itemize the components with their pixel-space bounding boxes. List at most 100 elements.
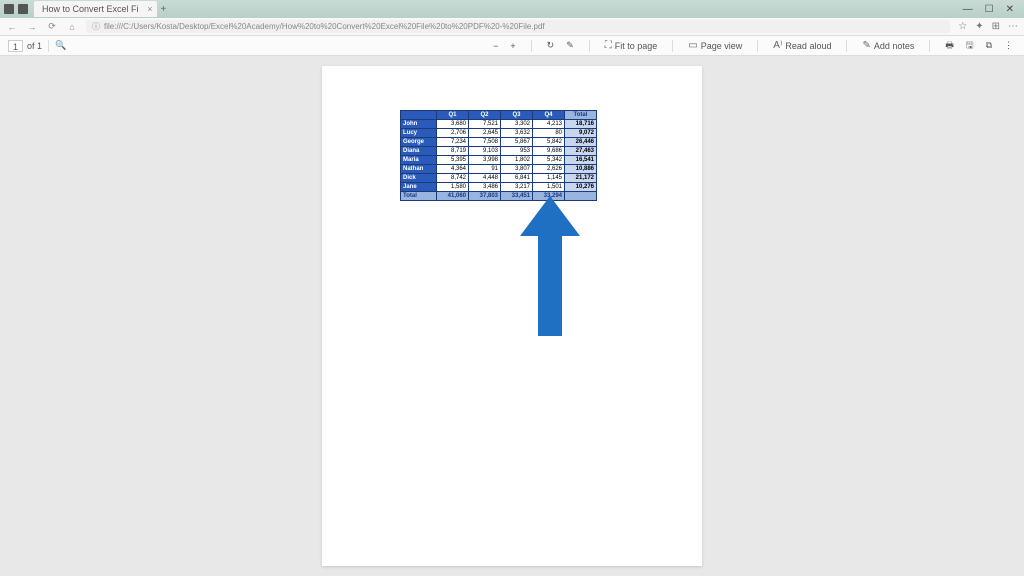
draw-button[interactable]: ✎ — [563, 40, 577, 51]
toolbar-right: − + ↻ ✎ ⛶Fit to page ▭Page view A⁾Read a… — [490, 38, 1016, 54]
table-header-row: Q1 Q2 Q3 Q4 Total — [401, 111, 597, 120]
table-row: Maria5,3953,9981,8025,34216,541 — [401, 156, 597, 165]
row-name: Jane — [401, 183, 437, 192]
row-total: 21,172 — [565, 174, 597, 183]
row-q3: 1,802 — [501, 156, 533, 165]
table-row: Lucy2,7062,6453,632809,072 — [401, 129, 597, 138]
total-q2: 37,803 — [469, 192, 501, 201]
pencil-icon: ✎ — [862, 40, 870, 51]
print-button[interactable]: 🖶 — [942, 38, 957, 54]
row-q4: 1,501 — [533, 183, 565, 192]
header-q2: Q2 — [469, 111, 501, 120]
minimize-button[interactable]: — — [963, 4, 973, 15]
header-total: Total — [565, 111, 597, 120]
row-name: Nathan — [401, 165, 437, 174]
row-q2: 7,508 — [469, 138, 501, 147]
search-icon[interactable]: 🔍 — [55, 40, 66, 51]
back-button[interactable]: ← — [6, 22, 18, 32]
row-q3: 953 — [501, 147, 533, 156]
more-options-button[interactable]: ⋮ — [1001, 40, 1016, 51]
settings-menu-icon[interactable]: ⋯ — [1008, 21, 1018, 32]
window-titlebar: How to Convert Excel Fi × + — ☐ ✕ — [0, 0, 1024, 18]
table-row: Nathan4,364913,8072,62610,886 — [401, 165, 597, 174]
row-q1: 1,580 — [437, 183, 469, 192]
zoom-in-button[interactable]: + — [507, 41, 518, 51]
row-name: George — [401, 138, 437, 147]
row-total: 10,276 — [565, 183, 597, 192]
row-q3: 5,867 — [501, 138, 533, 147]
page-number-input[interactable]: 1 — [8, 40, 23, 52]
row-q2: 4,448 — [469, 174, 501, 183]
row-q1: 8,742 — [437, 174, 469, 183]
row-q2: 3,998 — [469, 156, 501, 165]
zoom-out-button[interactable]: − — [490, 41, 501, 51]
favorite-star-icon[interactable]: ☆ — [958, 21, 967, 32]
row-q1: 5,395 — [437, 156, 469, 165]
toolbar-divider — [757, 40, 758, 52]
row-q3: 3,217 — [501, 183, 533, 192]
pdf-viewer[interactable]: Q1 Q2 Q3 Q4 Total John3,6807,5213,3024,2… — [0, 56, 1024, 576]
row-q3: 3,632 — [501, 129, 533, 138]
new-tab-button[interactable]: + — [161, 4, 167, 15]
rotate-button[interactable]: ↻ — [544, 40, 558, 51]
header-q1: Q1 — [437, 111, 469, 120]
table-row: Diana8,7199,1039539,68627,463 — [401, 147, 597, 156]
read-aloud-button[interactable]: A⁾Read aloud — [770, 40, 834, 51]
row-total: 10,886 — [565, 165, 597, 174]
row-name: Lucy — [401, 129, 437, 138]
row-name: Dick — [401, 174, 437, 183]
row-q4: 5,842 — [533, 138, 565, 147]
row-q4: 80 — [533, 129, 565, 138]
row-name: Maria — [401, 156, 437, 165]
row-q2: 7,521 — [469, 120, 501, 129]
page-indicator: 1 of 1 — [8, 40, 42, 52]
save-as-button[interactable]: ⧉ — [983, 40, 995, 51]
data-table: Q1 Q2 Q3 Q4 Total John3,6807,5213,3024,2… — [400, 110, 597, 201]
row-q2: 9,103 — [469, 147, 501, 156]
toolbar-divider — [48, 40, 49, 52]
add-notes-button[interactable]: ✎Add notes — [859, 40, 917, 51]
arrow-annotation — [520, 196, 580, 336]
row-total: 9,072 — [565, 129, 597, 138]
url-text: file:///C:/Users/Kosta/Desktop/Excel%20A… — [104, 22, 545, 31]
reload-button[interactable]: ⟳ — [46, 21, 58, 32]
row-q1: 3,680 — [437, 120, 469, 129]
row-q1: 8,719 — [437, 147, 469, 156]
row-q4: 2,626 — [533, 165, 565, 174]
toolbar-divider — [929, 40, 930, 52]
browser-tab[interactable]: How to Convert Excel Fi × — [34, 1, 157, 17]
home-button[interactable]: ⌂ — [66, 22, 78, 32]
fit-to-page-button[interactable]: ⛶Fit to page — [602, 40, 661, 51]
row-name: Diana — [401, 147, 437, 156]
maximize-button[interactable]: ☐ — [985, 4, 994, 15]
row-total: 26,446 — [565, 138, 597, 147]
address-bar: ← → ⟳ ⌂ ⓘ file:///C:/Users/Kosta/Desktop… — [0, 18, 1024, 36]
header-q3: Q3 — [501, 111, 533, 120]
row-q3: 6,841 — [501, 174, 533, 183]
fit-icon: ⛶ — [605, 40, 612, 51]
close-tab-icon[interactable]: × — [147, 4, 152, 14]
row-q2: 3,486 — [469, 183, 501, 192]
page-view-icon: ▭ — [688, 40, 697, 51]
extensions-icon[interactable]: ⊞ — [992, 21, 1000, 32]
row-total: 16,541 — [565, 156, 597, 165]
row-q1: 2,706 — [437, 129, 469, 138]
toolbar-divider — [589, 40, 590, 52]
header-empty — [401, 111, 437, 120]
pdf-toolbar: 1 of 1 🔍 − + ↻ ✎ ⛶Fit to page ▭Page view… — [0, 36, 1024, 56]
table-row: Dick8,7424,4486,8411,14521,172 — [401, 174, 597, 183]
table-row: Jane1,5803,4863,2171,50110,276 — [401, 183, 597, 192]
app-icon — [4, 4, 14, 14]
collections-icon[interactable]: ✦ — [975, 21, 983, 32]
forward-button[interactable]: → — [26, 22, 38, 32]
page-count-label: of 1 — [27, 41, 42, 51]
page-view-button[interactable]: ▭Page view — [685, 40, 745, 51]
header-q4: Q4 — [533, 111, 565, 120]
row-q4: 5,342 — [533, 156, 565, 165]
close-window-button[interactable]: ✕ — [1006, 4, 1014, 15]
url-input[interactable]: ⓘ file:///C:/Users/Kosta/Desktop/Excel%2… — [86, 20, 950, 33]
table-row: George7,2347,5085,8675,84226,446 — [401, 138, 597, 147]
toolbar-divider — [672, 40, 673, 52]
toolbar-divider — [846, 40, 847, 52]
save-button[interactable]: 🖫 — [963, 38, 977, 54]
